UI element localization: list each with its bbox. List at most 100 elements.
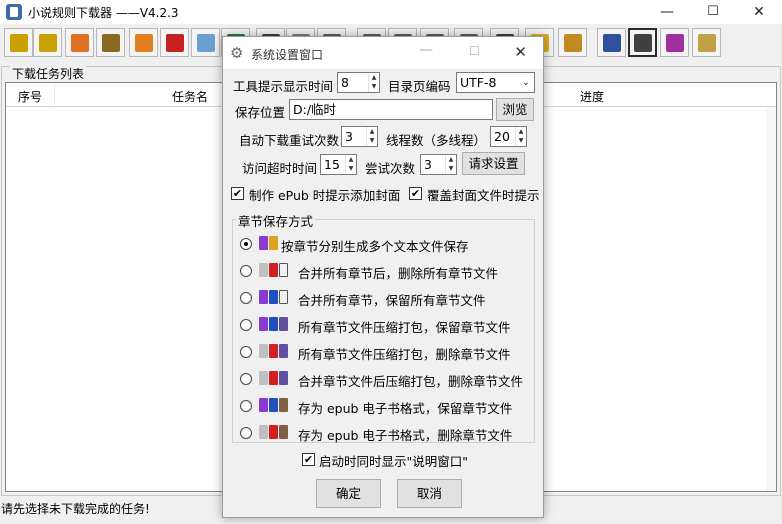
toolbar-button-refresh[interactable] — [65, 28, 94, 57]
save-mode-radio[interactable] — [240, 346, 252, 358]
app-icon — [6, 4, 22, 20]
download-cpu-icon — [9, 33, 28, 52]
threads-value: 20 — [494, 129, 510, 144]
retry-spinner[interactable]: 3 ▲ ▼ — [341, 126, 378, 147]
toolbar-button-help-book[interactable] — [660, 28, 689, 57]
spinner-arrows-icon[interactable]: ▲ ▼ — [445, 155, 456, 174]
toolbar-button-download-cpu[interactable] — [4, 28, 33, 57]
save-mode-option[interactable]: 存为 epub 电子书格式，保留章节文件 — [239, 396, 534, 416]
tooltip-time-label: 工具提示显示时间 — [233, 79, 334, 94]
tooltip-time-value: 8 — [341, 75, 349, 90]
import-icon — [165, 33, 184, 52]
save-mode-option[interactable]: 存为 epub 电子书格式，删除章节文件 — [239, 423, 534, 443]
toolbar-button-edit[interactable] — [129, 28, 158, 57]
column-progress[interactable]: 进度 — [580, 88, 604, 105]
save-mode-label: 存为 epub 电子书格式，删除章节文件 — [298, 428, 513, 443]
dialog-minimize-button[interactable]: — — [419, 42, 433, 58]
threads-spinner[interactable]: 20 ▲ ▼ — [490, 126, 527, 147]
spinner-arrows-icon[interactable]: ▲ ▼ — [368, 73, 379, 92]
minimize-button[interactable]: — — [644, 0, 690, 24]
toolbar-button-eye[interactable] — [692, 28, 721, 57]
toolbar-button-list[interactable] — [597, 28, 626, 57]
browse-button[interactable]: 浏览 — [496, 98, 534, 121]
toolbar-button-book-download[interactable] — [33, 28, 62, 57]
encoding-select[interactable]: UTF-8 ⌄ — [456, 72, 535, 93]
maximize-button[interactable]: ☐ — [690, 0, 736, 24]
toolbar-button-notebook[interactable] — [96, 28, 125, 57]
save-mode-label: 合并章节文件后压缩打包，删除章节文件 — [298, 374, 524, 389]
threads-label: 线程数（多线程） — [386, 133, 487, 148]
save-mode-option[interactable]: 合并所有章节，保留所有章节文件 — [239, 288, 534, 308]
tooltip-time-spinner[interactable]: 8 ▲ ▼ — [337, 72, 380, 93]
save-mode-radio[interactable] — [240, 400, 252, 412]
overwrite-cover-prompt-checkbox[interactable]: ✔ — [409, 187, 422, 200]
save-mode-group: 章节保存方式 按章节分别生成多个文本文件保存 合并所有章节后，删除所有章节文件 合并… — [232, 211, 535, 443]
save-mode-radio[interactable] — [240, 427, 252, 439]
save-mode-radio[interactable] — [240, 319, 252, 331]
timeout-spinner[interactable]: 15 ▲ ▼ — [320, 154, 357, 175]
startup-prompt-checkbox[interactable]: ✔ — [302, 453, 315, 466]
epub-cover-prompt-checkbox[interactable]: ✔ — [231, 187, 244, 200]
startup-prompt-label: 启动时同时显示"说明窗口" — [319, 454, 468, 469]
window-title: 小说规则下载器 ——V4.2.3 — [28, 6, 179, 20]
eye-icon — [697, 33, 716, 52]
save-mode-icon — [259, 398, 288, 414]
spinner-arrows-icon[interactable]: ▲ ▼ — [515, 127, 526, 146]
cancel-button[interactable]: 取消 — [397, 479, 462, 508]
save-mode-icon — [259, 236, 278, 252]
list-icon — [602, 33, 621, 52]
save-path-input[interactable]: D:/临时 — [289, 99, 493, 120]
settings-dialog: ⚙ 系统设置窗口 — ☐ ✕ 工具提示显示时间 8 ▲ ▼ 目录页编码 UTF-8… — [222, 36, 544, 518]
save-mode-radio[interactable] — [240, 373, 252, 385]
save-mode-option[interactable]: 所有章节文件压缩打包，删除章节文件 — [239, 342, 534, 362]
refresh-icon — [70, 33, 89, 52]
task-list-legend: 下载任务列表 — [10, 65, 87, 82]
save-mode-option[interactable]: 合并所有章节后，删除所有章节文件 — [239, 261, 534, 281]
save-mode-label: 所有章节文件压缩打包，保留章节文件 — [298, 320, 511, 335]
task-list-scrollbar[interactable] — [766, 107, 776, 491]
timeout-value: 15 — [324, 157, 340, 172]
spinner-arrows-icon[interactable]: ▲ ▼ — [345, 155, 356, 174]
save-mode-icon — [259, 425, 288, 441]
save-mode-radio[interactable] — [240, 265, 252, 277]
save-mode-label: 合并所有章节，保留所有章节文件 — [298, 293, 486, 308]
column-index[interactable]: 序号 — [18, 88, 42, 105]
edit-icon — [134, 33, 153, 52]
column-task-name[interactable]: 任务名 — [172, 88, 208, 105]
epub-cover-prompt-label: 制作 ePub 时提示添加封面 — [249, 188, 401, 203]
request-settings-button[interactable]: 请求设置 — [462, 152, 525, 175]
save-mode-label: 所有章节文件压缩打包，删除章节文件 — [298, 347, 511, 362]
toolbar-button-import[interactable] — [160, 28, 189, 57]
gear-icon — [633, 33, 652, 52]
close-button[interactable]: ✕ — [736, 0, 782, 24]
toolbar-button-file[interactable] — [191, 28, 220, 57]
save-mode-label: 按章节分别生成多个文本文件保存 — [281, 239, 469, 254]
save-path-label: 保存位置 — [235, 105, 286, 120]
save-mode-label: 存为 epub 电子书格式，保留章节文件 — [298, 401, 513, 416]
save-mode-option[interactable]: 合并章节文件后压缩打包，删除章节文件 — [239, 369, 534, 389]
file-icon — [196, 33, 215, 52]
help-book-icon — [665, 33, 684, 52]
save-mode-radio[interactable] — [240, 292, 252, 304]
save-mode-icon — [259, 290, 288, 306]
toolbar-button-epub[interactable] — [558, 28, 587, 57]
toolbar-button-gear[interactable] — [628, 28, 657, 57]
notebook-icon — [101, 33, 120, 52]
retry-label: 自动下载重试次数 — [239, 133, 340, 148]
save-mode-radio[interactable] — [240, 238, 252, 250]
main-title-bar: 小说规则下载器 ——V4.2.3 — ☐ ✕ — [0, 0, 782, 24]
attempts-value: 3 — [424, 157, 432, 172]
dialog-title: 系统设置窗口 — [251, 48, 324, 62]
encoding-label: 目录页编码 — [388, 79, 451, 94]
save-mode-option[interactable]: 按章节分别生成多个文本文件保存 — [239, 234, 534, 254]
dialog-close-button[interactable]: ✕ — [514, 43, 527, 61]
dialog-maximize-button[interactable]: ☐ — [469, 44, 480, 58]
overwrite-cover-prompt-label: 覆盖封面文件时提示 — [427, 188, 540, 203]
save-mode-option[interactable]: 所有章节文件压缩打包，保留章节文件 — [239, 315, 534, 335]
save-mode-icon — [259, 344, 288, 360]
ok-button[interactable]: 确定 — [316, 479, 381, 508]
spinner-arrows-icon[interactable]: ▲ ▼ — [366, 127, 377, 146]
attempts-spinner[interactable]: 3 ▲ ▼ — [420, 154, 457, 175]
save-mode-icon — [259, 371, 288, 387]
gear-icon: ⚙ — [230, 44, 244, 62]
